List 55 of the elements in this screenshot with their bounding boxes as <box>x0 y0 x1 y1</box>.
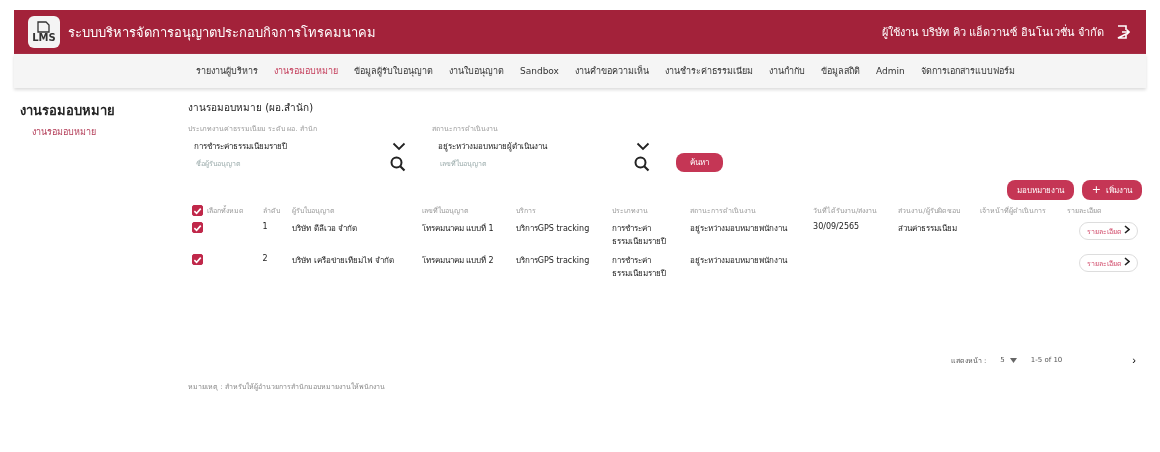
nav-tab[interactable]: Admin <box>875 66 905 76</box>
next-page-button[interactable]: › <box>1126 353 1142 367</box>
table-cell: 2 <box>262 254 268 263</box>
nav-tab[interactable]: รายงานผู้บริหาร <box>196 64 258 78</box>
table-cell: อยู่ระหว่างมอบหมายพนักงาน <box>689 224 787 233</box>
app-title: ระบบบริหารจัดการอนุญาตประกอบกิจการโทรคมนาคม <box>68 23 376 43</box>
assign-button[interactable]: มอบหมายงาน <box>1006 180 1074 200</box>
add-button[interactable]: + เพิ่มงาน <box>1081 180 1142 200</box>
chevron-down-icon <box>392 142 406 151</box>
nav-tab[interactable]: งานชำระค่าธรรมเนียม <box>664 64 753 78</box>
check-icon <box>193 205 202 216</box>
nav-tab[interactable]: Sandbox <box>520 66 559 76</box>
table-cell: โทรคมนาคม แบบที่ 2 <box>421 256 494 265</box>
nav-tab[interactable]: ข้อมูลผู้รับใบอนุญาต <box>354 64 433 78</box>
nav-tab[interactable]: งานรอมอบหมาย <box>274 64 338 78</box>
plus-icon: + <box>1091 183 1101 196</box>
sidebar-title: งานรอมอบหมาย <box>20 102 116 120</box>
table-cell: 30/09/2565 <box>813 222 860 231</box>
document-icon <box>36 21 52 33</box>
nav-tab[interactable]: งานใบอนุญาต <box>449 64 504 78</box>
table-cell: 1 <box>262 222 268 231</box>
page-title: งานรอมอบหมาย (ผอ.สำนัก) <box>188 101 315 115</box>
dropdown[interactable]: การชำระค่าธรรมเนียมรายปี <box>188 134 418 156</box>
table-cell: บริการGPS tracking <box>515 256 590 265</box>
table-cell: โทรคมนาคม แบบที่ 1 <box>421 224 494 233</box>
checkbox[interactable] <box>192 222 203 233</box>
table-cell: การชำระค่าธรรมเนียมรายปี <box>611 256 666 278</box>
logo-text: LMS <box>32 33 56 43</box>
caret-down-icon <box>1009 357 1017 363</box>
search-icon <box>634 156 650 172</box>
nav-tab[interactable]: งานคำขอความเห็น <box>574 64 649 78</box>
logout-icon <box>1116 25 1130 39</box>
check-icon <box>193 254 202 265</box>
chevron-right-icon <box>1124 225 1130 234</box>
nav-tab[interactable]: งานกำกับ <box>768 64 805 78</box>
table-cell: บริการGPS tracking <box>515 224 590 233</box>
nav-tab[interactable]: จัดการเอกสารแบบฟอร์ม <box>920 64 1015 78</box>
table-cell: ส่วนค่าธรรมเนียม <box>898 224 958 233</box>
table-cell: บริษัท ดีลีเวอ จำกัด <box>292 224 358 233</box>
table-cell: การชำระค่าธรรมเนียมรายปี <box>611 224 666 246</box>
dropdown[interactable]: อยู่ระหว่างมอบหมายผู้ดำเนินงาน <box>432 134 662 156</box>
dropdown-value: อยู่ระหว่างมอบหมายผู้ดำเนินงาน <box>438 141 547 153</box>
checkbox[interactable] <box>192 254 203 265</box>
dropdown-value: การชำระค่าธรรมเนียมรายปี <box>194 141 287 153</box>
table-cell: บริษัท เครือข่ายเทียมไฟ จำกัด <box>292 256 395 265</box>
user-name: ผู้ใช้งาน บริษัท คิว แอ็ดวานซ์ อินโนเวชั่น จำกัด <box>881 23 1104 41</box>
chevron-right-icon <box>1124 257 1130 266</box>
search-button[interactable]: ค้นหา <box>676 153 723 172</box>
check-icon <box>193 222 202 233</box>
checkbox[interactable] <box>192 205 203 216</box>
sidebar-item[interactable]: งานรอมอบหมาย <box>32 125 188 139</box>
table-cell: อยู่ระหว่างมอบหมายพนักงาน <box>689 256 787 265</box>
chevron-down-icon <box>636 142 650 151</box>
search-icon <box>390 156 406 172</box>
nav-tab[interactable]: ข้อมูลสถิติ <box>820 64 860 78</box>
